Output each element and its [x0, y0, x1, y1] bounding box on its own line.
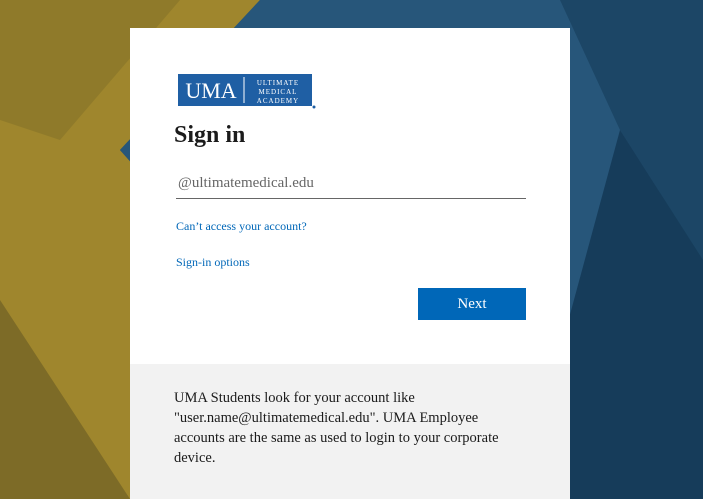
info-panel: UMA Students look for your account like …	[130, 364, 570, 499]
page-title: Sign in	[174, 122, 246, 148]
email-field[interactable]	[176, 168, 526, 199]
logo-line2: MEDICAL	[259, 88, 298, 96]
signin-options-link[interactable]: Sign-in options	[176, 255, 250, 270]
logo-line1: ULTIMATE	[257, 79, 299, 87]
next-button[interactable]: Next	[418, 288, 526, 320]
logo-main-text: UMA	[185, 78, 236, 103]
info-text: UMA Students look for your account like …	[174, 390, 499, 466]
cant-access-link[interactable]: Can’t access your account?	[176, 219, 307, 234]
signin-card: UMA ULTIMATE MEDICAL ACADEMY Sign in Can…	[130, 28, 570, 364]
logo-line3: ACADEMY	[257, 97, 299, 105]
uma-logo: UMA ULTIMATE MEDICAL ACADEMY	[178, 74, 318, 115]
